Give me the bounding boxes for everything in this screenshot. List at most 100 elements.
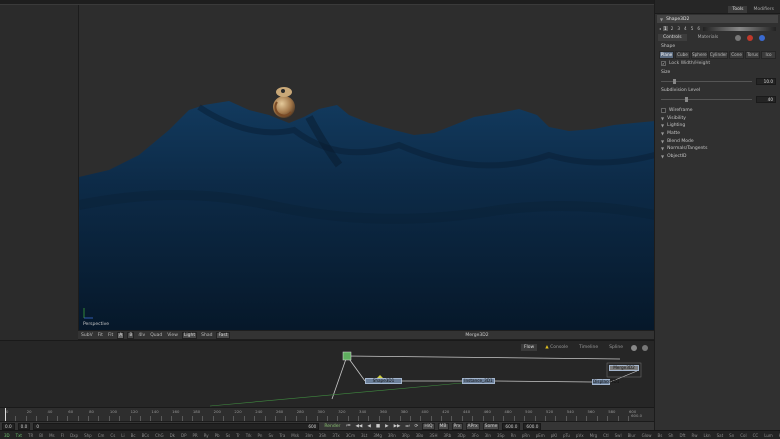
tool-button[interactable]: pTu — [561, 433, 572, 438]
some-button[interactable]: Some — [482, 422, 500, 430]
stop-icon[interactable]: ■ — [375, 424, 381, 429]
go-end-icon[interactable]: ⏭ — [404, 423, 410, 429]
shape-cone-button[interactable]: Cone — [729, 51, 745, 59]
subdiv-value-field[interactable]: 40 — [756, 96, 776, 103]
fast-button[interactable]: Fast — [216, 331, 230, 339]
group-normals[interactable]: ▼ Normals/Tangents — [655, 145, 780, 153]
wireframe-checkbox[interactable] — [661, 108, 666, 114]
tool-button[interactable]: 3Lt — [359, 433, 369, 438]
tool-button[interactable]: 3Tx — [330, 433, 341, 438]
reset-icon[interactable] — [747, 34, 754, 41]
shape-ico-button[interactable]: Ico — [761, 51, 777, 59]
tool-button[interactable]: 3Mg — [371, 433, 384, 438]
flow-view-icon[interactable] — [642, 344, 648, 351]
version-5[interactable]: 5 — [690, 26, 695, 31]
tool-button[interactable]: Col — [738, 433, 748, 438]
tool-button[interactable]: Ms — [47, 433, 57, 438]
tool-button[interactable]: 3SH — [427, 433, 439, 438]
flow-editor[interactable]: Shape3D1 Instance_3D1 Displace3D1 Merge3… — [0, 340, 654, 407]
fit-menu[interactable]: Fit — [97, 333, 104, 338]
prx-button[interactable]: Prx — [451, 422, 463, 430]
view-level-menu[interactable]: 4lv — [137, 333, 146, 338]
tool-button[interactable]: 3In — [483, 433, 493, 438]
tool-button[interactable]: Sh — [666, 433, 675, 438]
tool-button[interactable]: Lum — [762, 433, 775, 438]
lock-checkbox[interactable]: ✓ — [661, 61, 666, 66]
tool-button[interactable]: pKl — [549, 433, 559, 438]
play-reverse-icon[interactable]: ◀ — [366, 424, 371, 429]
tool-button[interactable]: 3Rp — [400, 433, 412, 438]
tab-spline[interactable]: Spline — [606, 344, 626, 351]
hiq-button[interactable]: HiQ — [422, 422, 435, 430]
tool-button[interactable]: Glow — [640, 433, 654, 438]
tool-button[interactable]: Tr — [234, 433, 242, 438]
tool-button[interactable]: Bs — [656, 433, 665, 438]
tool-button[interactable]: Sn — [727, 433, 736, 438]
light-button[interactable]: Light — [181, 331, 198, 339]
version-slider[interactable] — [703, 26, 776, 31]
subtab-materials[interactable]: Materials — [693, 34, 724, 41]
tab-modifiers[interactable]: Modifiers — [749, 6, 778, 13]
tab-flow[interactable]: Flow — [520, 344, 538, 351]
tab-timeline[interactable]: Timeline — [576, 344, 601, 351]
tool-button[interactable]: Pb — [213, 433, 222, 438]
version-arrow-icon[interactable]: ◂ — [659, 26, 661, 31]
tool-button[interactable]: Fl — [59, 433, 66, 438]
mb-button[interactable]: MB — [437, 422, 449, 430]
node-instance3d1[interactable]: Instance_3D1 — [462, 378, 495, 384]
shape-torus-button[interactable]: Torus — [745, 51, 761, 59]
tool-button[interactable]: 3D — [2, 433, 12, 438]
tool-button[interactable]: Dk — [168, 433, 177, 438]
size-value-field[interactable]: 10.0 — [756, 78, 776, 85]
version-1[interactable]: 1 — [663, 26, 668, 31]
tool-button[interactable]: 3Bo — [414, 433, 426, 438]
tab-console[interactable]: ▲ Console — [542, 344, 571, 351]
collapse-icon[interactable]: ▼ — [660, 17, 663, 22]
subdiv-slider-track[interactable] — [661, 99, 752, 100]
buffer-a-button[interactable]: A — [117, 331, 125, 339]
tool-button[interactable]: Li — [119, 433, 126, 438]
global-start-field[interactable]: 0.0 — [2, 422, 15, 430]
tool-button[interactable]: 3Sh — [317, 433, 329, 438]
tool-button[interactable]: Ss — [224, 433, 233, 438]
tool-button[interactable]: pRn — [520, 433, 532, 438]
group-blend-mode[interactable]: ▼ Blend Mode — [655, 137, 780, 145]
render-button[interactable]: Render — [322, 424, 342, 429]
node-merge3d2[interactable]: Merge3D2 — [609, 365, 639, 371]
tool-button[interactable]: pEm — [534, 433, 547, 438]
group-wireframe[interactable]: Wireframe — [655, 107, 780, 115]
tool-button[interactable]: CC — [751, 433, 761, 438]
tool-button[interactable]: Cm — [96, 433, 107, 438]
time-ruler[interactable]: 0 20 40 60 80 100 120 140 160 180 200 220 240 260 280 3… — [0, 407, 654, 422]
group-visibility[interactable]: ▼ Visibility — [655, 115, 780, 123]
tool-button[interactable]: 3Dp — [455, 433, 467, 438]
tool-button[interactable]: 3Sp — [495, 433, 507, 438]
view-menu[interactable]: View — [166, 333, 179, 338]
group-objectid[interactable]: ▼ ObjectID — [655, 153, 780, 161]
tool-button[interactable]: 3Rb — [441, 433, 453, 438]
buffer-b-button[interactable]: B — [127, 331, 135, 339]
tool-button[interactable]: Swl — [613, 433, 624, 438]
subv-toggle[interactable]: SubV — [80, 333, 94, 338]
node-displace3d1[interactable]: Displace3D1 — [592, 379, 619, 385]
tool-button[interactable]: 3Cm — [344, 433, 357, 438]
tool-button[interactable]: Mrg — [588, 433, 600, 438]
go-start-icon[interactable]: ⏮ — [345, 423, 351, 429]
version-2[interactable]: 2 — [670, 26, 675, 31]
shape-sphere-button[interactable]: Sphere — [690, 51, 708, 59]
tool-button[interactable]: Shp — [82, 433, 94, 438]
playhead[interactable] — [5, 408, 6, 422]
loop-icon[interactable]: ⟳ — [414, 424, 420, 429]
tool-button[interactable]: PR — [191, 433, 200, 438]
step-forward-icon[interactable]: ▶▶ — [393, 424, 402, 429]
group-lighting[interactable]: ▼ Lighting — [655, 122, 780, 130]
size-slider-knob[interactable] — [673, 79, 676, 84]
aprx-button[interactable]: APrx — [465, 422, 480, 430]
shape-cylinder-button[interactable]: Cylinder — [708, 51, 729, 59]
shape-cube-button[interactable]: Cube — [674, 51, 690, 59]
tool-button[interactable]: BCs — [140, 433, 152, 438]
node-shape3d1[interactable]: Shape3D1 — [365, 378, 402, 384]
tool-button[interactable]: Cs — [108, 433, 117, 438]
render-start-field[interactable]: 0.0 — [17, 422, 31, 430]
tool-button[interactable]: pVx — [574, 433, 586, 438]
